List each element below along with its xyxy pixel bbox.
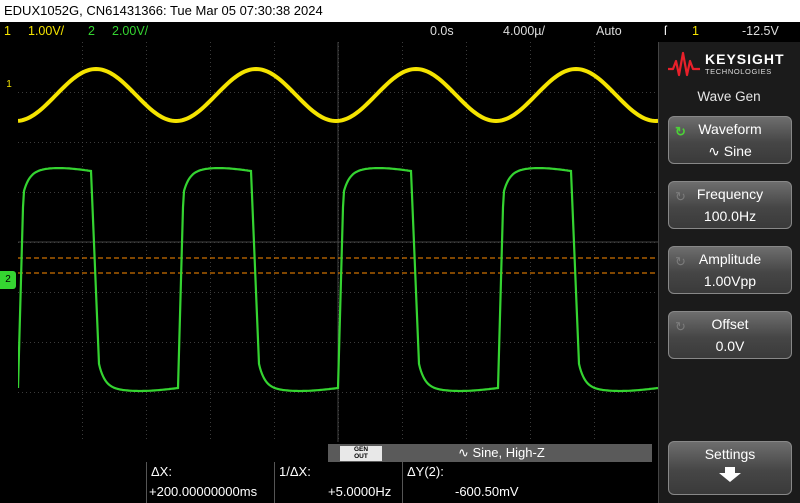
inverse-delta-x-value: +5.0000Hz <box>328 484 392 499</box>
wavegen-status-bar: GEN OUT ∿ Sine, High-Z <box>328 444 652 462</box>
gen-out-line1: GEN <box>353 446 369 453</box>
delta-x-measurement: ΔX: +200.00000000ms <box>146 462 275 503</box>
delta-y-label: ΔY(2): <box>407 464 444 479</box>
delta-y-measurement: ΔY(2): -600.50mV <box>402 462 531 503</box>
softkey-value: 100.0Hz <box>703 208 757 224</box>
softkey-label: Settings <box>704 446 756 462</box>
ch1-ground-marker[interactable]: 1 <box>2 76 16 94</box>
delta-x-label: ΔX: <box>151 464 172 479</box>
softkey-label: Amplitude <box>698 251 762 267</box>
inverse-delta-x-measurement: 1/ΔX: +5.0000Hz <box>274 462 403 503</box>
time-scale[interactable]: 4.000µ/ <box>503 22 545 41</box>
amplitude-softkey[interactable]: ↻ Amplitude 1.00Vpp <box>668 246 792 294</box>
arrow-down-icon-head <box>719 473 741 482</box>
title-bar: EDUX1052G, CN61431366: Tue Mar 05 07:30:… <box>0 0 800 22</box>
waveform-softkey[interactable]: ↻ Waveform ∿ Sine <box>668 116 792 164</box>
softkey-label: Offset <box>711 316 749 332</box>
channel-marker-column <box>0 42 18 442</box>
trigger-source[interactable]: 1 <box>692 22 699 41</box>
ch2-number[interactable]: 2 <box>88 22 95 41</box>
waveform-graticule <box>18 42 658 442</box>
settings-softkey[interactable]: Settings <box>668 441 792 495</box>
trigger-mode[interactable]: Auto <box>596 22 622 41</box>
inverse-delta-x-label: 1/ΔX: <box>279 464 311 479</box>
keysight-wave-icon <box>668 51 700 77</box>
delta-y-value: -600.50mV <box>455 484 519 499</box>
keysight-logo: KEYSIGHT TECHNOLOGIES <box>667 48 795 80</box>
offset-softkey[interactable]: ↻ Offset 0.0V <box>668 311 792 359</box>
time-offset[interactable]: 0.0s <box>430 22 454 41</box>
cursor-measurement-bar: ΔX: +200.00000000ms 1/ΔX: +5.0000Hz ΔY(2… <box>0 462 658 503</box>
waveform-display[interactable] <box>18 42 658 442</box>
gen-out-button[interactable]: GEN OUT <box>340 446 382 461</box>
frequency-softkey[interactable]: ↻ Frequency 100.0Hz <box>668 181 792 229</box>
softkey-value: 1.00Vpp <box>703 273 757 289</box>
softkey-label: Waveform <box>698 121 762 137</box>
delta-x-value: +200.00000000ms <box>149 484 258 499</box>
menu-title: Wave Gen <box>697 89 761 104</box>
gen-out-line2: OUT <box>354 453 368 460</box>
softkey-panel: KEYSIGHT TECHNOLOGIES Wave Gen ↻ Wavefor… <box>658 42 800 503</box>
ch1-number[interactable]: 1 <box>4 22 11 41</box>
brand-name: KEYSIGHT <box>705 51 785 67</box>
brand-subtitle: TECHNOLOGIES <box>705 67 772 76</box>
trigger-level[interactable]: -12.5V <box>742 22 779 41</box>
ch2-scale[interactable]: 2.00V/ <box>112 22 148 41</box>
wavegen-summary: ∿ Sine, High-Z <box>458 445 545 460</box>
oscilloscope-app: EDUX1052G, CN61431366: Tue Mar 05 07:30:… <box>0 0 800 503</box>
status-bar: 1 1.00V/ 2 2.00V/ 0.0s 4.000µ/ Auto ſ 1 … <box>0 22 800 41</box>
softkey-label: Frequency <box>696 186 764 202</box>
ch1-scale[interactable]: 1.00V/ <box>28 22 64 41</box>
softkey-value: ∿ Sine <box>708 143 752 159</box>
softkey-value: 0.0V <box>715 338 745 354</box>
ch2-ground-marker[interactable]: 2 <box>0 271 16 289</box>
trigger-edge-icon: ſ <box>664 24 667 38</box>
